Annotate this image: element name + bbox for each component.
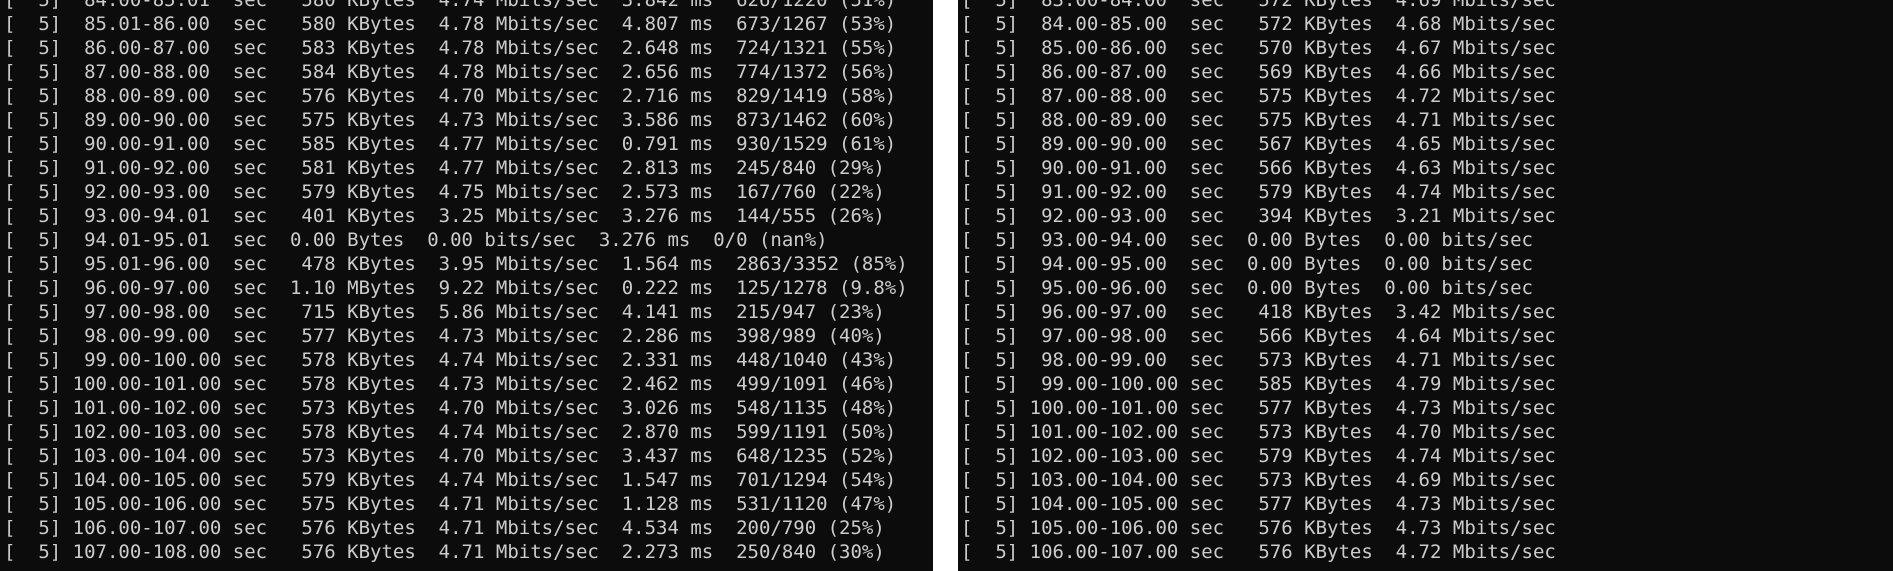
terminal-line: [ 5] 103.00-104.00 sec 573 KBytes 4.69 M… bbox=[961, 469, 1556, 491]
terminal-line: [ 5] 101.00-102.00 sec 573 KBytes 4.70 M… bbox=[4, 397, 897, 419]
terminal-line: [ 5] 103.00-104.00 sec 573 KBytes 4.70 M… bbox=[4, 445, 897, 467]
terminal-line: [ 5] 84.00-85.01 sec 580 KBytes 4.74 Mbi… bbox=[4, 0, 897, 11]
terminal-line: [ 5] 95.01-96.00 sec 478 KBytes 3.95 Mbi… bbox=[4, 253, 908, 275]
terminal-line: [ 5] 105.00-106.00 sec 576 KBytes 4.73 M… bbox=[961, 517, 1556, 539]
terminal-line: [ 5] 92.00-93.00 sec 579 KBytes 4.75 Mbi… bbox=[4, 181, 885, 203]
terminal-line: [ 5] 96.00-97.00 sec 418 KBytes 3.42 Mbi… bbox=[961, 301, 1556, 323]
terminal-line: [ 5] 102.00-103.00 sec 578 KBytes 4.74 M… bbox=[4, 421, 897, 443]
terminal-line: [ 5] 94.00-95.00 sec 0.00 Bytes 0.00 bit… bbox=[961, 253, 1533, 275]
terminal-line: [ 5] 101.00-102.00 sec 573 KBytes 4.70 M… bbox=[961, 421, 1556, 443]
terminal-line: [ 5] 97.00-98.00 sec 566 KBytes 4.64 Mbi… bbox=[961, 325, 1556, 347]
terminal-line: [ 5] 91.00-92.00 sec 581 KBytes 4.77 Mbi… bbox=[4, 157, 885, 179]
terminal-line: [ 5] 100.00-101.00 sec 578 KBytes 4.73 M… bbox=[4, 373, 897, 395]
terminal-line: [ 5] 89.00-90.00 sec 567 KBytes 4.65 Mbi… bbox=[961, 133, 1556, 155]
terminal-line: [ 5] 86.00-87.00 sec 583 KBytes 4.78 Mbi… bbox=[4, 37, 897, 59]
terminal-line: [ 5] 88.00-89.00 sec 576 KBytes 4.70 Mbi… bbox=[4, 85, 897, 107]
terminal-line: [ 5] 102.00-103.00 sec 579 KBytes 4.74 M… bbox=[961, 445, 1556, 467]
terminal-line: [ 5] 92.00-93.00 sec 394 KBytes 3.21 Mbi… bbox=[961, 205, 1556, 227]
terminal-line: [ 5] 85.01-86.00 sec 580 KBytes 4.78 Mbi… bbox=[4, 13, 897, 35]
terminal-line: [ 5] 91.00-92.00 sec 579 KBytes 4.74 Mbi… bbox=[961, 181, 1556, 203]
terminal-line: [ 5] 107.00-108.00 sec 576 KBytes 4.71 M… bbox=[4, 541, 885, 563]
terminal-line: [ 5] 86.00-87.00 sec 569 KBytes 4.66 Mbi… bbox=[961, 61, 1556, 83]
terminal-line: [ 5] 89.00-90.00 sec 575 KBytes 4.73 Mbi… bbox=[4, 109, 897, 131]
terminal-line: [ 5] 99.00-100.00 sec 578 KBytes 4.74 Mb… bbox=[4, 349, 897, 371]
terminal-line: [ 5] 93.00-94.00 sec 0.00 Bytes 0.00 bit… bbox=[961, 229, 1533, 251]
terminal-pane-client[interactable]: [ 5] 83.00-84.00 sec 572 KBytes 4.69 Mbi… bbox=[958, 0, 1893, 571]
terminal-line: [ 5] 106.00-107.00 sec 576 KBytes 4.72 M… bbox=[961, 541, 1556, 563]
terminal-line: [ 5] 90.00-91.00 sec 585 KBytes 4.77 Mbi… bbox=[4, 133, 897, 155]
terminal-line: [ 5] 97.00-98.00 sec 715 KBytes 5.86 Mbi… bbox=[4, 301, 885, 323]
terminal-line: [ 5] 85.00-86.00 sec 570 KBytes 4.67 Mbi… bbox=[961, 37, 1556, 59]
terminal-line: [ 5] 104.00-105.00 sec 577 KBytes 4.73 M… bbox=[961, 493, 1556, 515]
terminal-line: [ 5] 84.00-85.00 sec 572 KBytes 4.68 Mbi… bbox=[961, 13, 1556, 35]
terminal-line: [ 5] 96.00-97.00 sec 1.10 MBytes 9.22 Mb… bbox=[4, 277, 908, 299]
terminal-line: [ 5] 98.00-99.00 sec 577 KBytes 4.73 Mbi… bbox=[4, 325, 885, 347]
terminal-output-client: [ 5] 83.00-84.00 sec 572 KBytes 4.69 Mbi… bbox=[961, 0, 1556, 564]
terminal-line: [ 5] 100.00-101.00 sec 577 KBytes 4.73 M… bbox=[961, 397, 1556, 419]
terminal-line: [ 5] 98.00-99.00 sec 573 KBytes 4.71 Mbi… bbox=[961, 349, 1556, 371]
terminal-line: [ 5] 95.00-96.00 sec 0.00 Bytes 0.00 bit… bbox=[961, 277, 1533, 299]
terminal-line: [ 5] 87.00-88.00 sec 575 KBytes 4.72 Mbi… bbox=[961, 85, 1556, 107]
terminal-line: [ 5] 94.01-95.01 sec 0.00 Bytes 0.00 bit… bbox=[4, 229, 828, 251]
terminal-line: [ 5] 105.00-106.00 sec 575 KBytes 4.71 M… bbox=[4, 493, 897, 515]
terminal-line: [ 5] 90.00-91.00 sec 566 KBytes 4.63 Mbi… bbox=[961, 157, 1556, 179]
terminal-line: [ 5] 104.00-105.00 sec 579 KBytes 4.74 M… bbox=[4, 469, 897, 491]
terminal-line: [ 5] 106.00-107.00 sec 576 KBytes 4.71 M… bbox=[4, 517, 885, 539]
terminal-line: [ 5] 88.00-89.00 sec 575 KBytes 4.71 Mbi… bbox=[961, 109, 1556, 131]
terminal-line: [ 5] 99.00-100.00 sec 585 KBytes 4.79 Mb… bbox=[961, 373, 1556, 395]
terminal-line: [ 5] 87.00-88.00 sec 584 KBytes 4.78 Mbi… bbox=[4, 61, 897, 83]
terminal-line: [ 5] 83.00-84.00 sec 572 KBytes 4.69 Mbi… bbox=[961, 0, 1556, 11]
terminal-output-server: [ 5] 84.00-85.01 sec 580 KBytes 4.74 Mbi… bbox=[4, 0, 908, 564]
terminal-line: [ 5] 93.00-94.01 sec 401 KBytes 3.25 Mbi… bbox=[4, 205, 885, 227]
terminal-pane-server[interactable]: [ 5] 84.00-85.01 sec 580 KBytes 4.74 Mbi… bbox=[0, 0, 933, 571]
